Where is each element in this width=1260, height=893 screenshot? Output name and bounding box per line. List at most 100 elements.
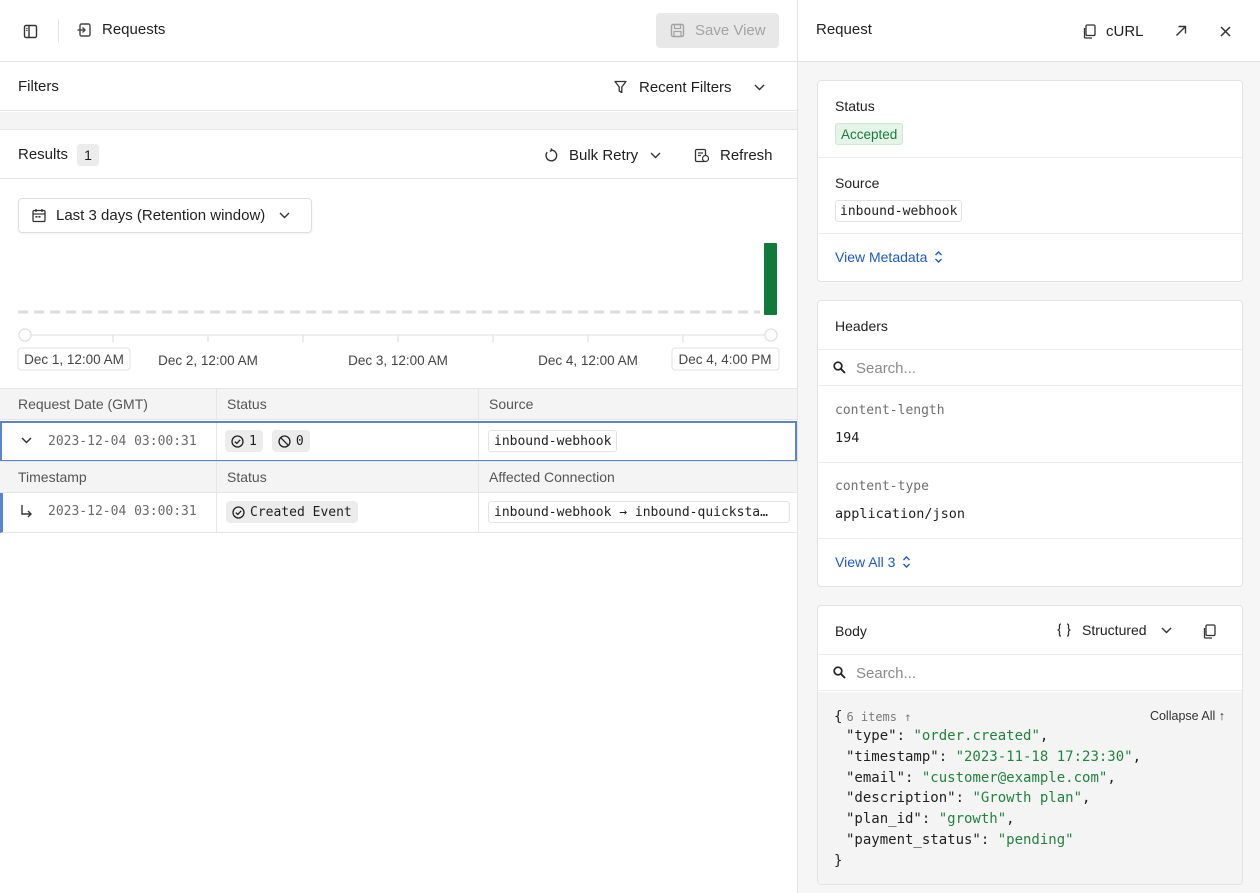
refresh-label: Refresh (720, 146, 773, 164)
headers-search-input[interactable] (856, 357, 1216, 379)
check-circle-icon (231, 434, 244, 448)
body-search-input[interactable] (856, 662, 1216, 684)
source-value-chip[interactable]: inbound-webhook (835, 200, 963, 222)
results-count-badge: 1 (77, 144, 99, 166)
close-icon (1219, 25, 1231, 37)
section-divider (0, 112, 797, 130)
request-detail-panel: Request cURL Status Accepted Source inbo… (797, 0, 1260, 893)
rejected-count: 0 (295, 433, 304, 449)
table-row-selected[interactable]: 2023-12-04 03:00:31 1 0 inbound-webhook (0, 421, 797, 462)
header-value: 194 (835, 430, 860, 446)
bulk-retry-label: Bulk Retry (569, 146, 639, 164)
view-metadata-link[interactable]: View Metadata (835, 249, 943, 265)
event-status-tag: Created Event (226, 501, 358, 523)
copy-icon (1082, 23, 1096, 39)
connection-chip[interactable]: inbound-webhook → inbound-quicksta… (488, 501, 790, 523)
column-header[interactable]: Source (478, 389, 533, 419)
accepted-count: 1 (249, 433, 257, 449)
event-row[interactable]: 2023-12-04 03:00:31 Created Event inboun… (0, 493, 797, 533)
column-header[interactable]: Status (216, 389, 267, 419)
close-panel-button[interactable] (1208, 14, 1242, 48)
json-line: "plan_id": "growth", (846, 811, 1015, 827)
refresh-list-icon (694, 148, 710, 163)
json-line: "type": "order.created", (846, 728, 1049, 744)
chevron-up-down-icon (902, 555, 911, 569)
bulk-retry-button[interactable]: Bulk Retry (536, 137, 669, 173)
request-summary-card: Status Accepted Source inbound-webhook V… (817, 80, 1243, 282)
json-viewer: {6 items ↑ Collapse All ↑ "type": "order… (818, 692, 1242, 884)
copy-body-button[interactable] (1196, 618, 1222, 644)
curl-label: cURL (1106, 22, 1144, 40)
body-search (818, 655, 1242, 691)
filters-label: Filters (18, 78, 59, 95)
save-view-label: Save View (695, 22, 766, 39)
funnel-icon (614, 80, 627, 94)
collapse-all-button[interactable]: Collapse All ↑ (1150, 709, 1225, 723)
json-items-toggle[interactable]: 6 items ↑ (846, 710, 911, 724)
panel-title: Request (816, 21, 872, 38)
body-mode-label: Structured (1082, 622, 1147, 638)
sidebar-panel-icon (23, 24, 38, 39)
search-icon (833, 361, 846, 374)
header-key: content-type (835, 479, 929, 494)
source-chip[interactable]: inbound-webhook (488, 430, 618, 452)
recent-filters-dropdown[interactable]: Recent Filters (606, 69, 773, 105)
panel-header: Request cURL (798, 0, 1260, 62)
header-entry: content-length 194 (818, 387, 1242, 463)
request-histogram: Dec 1, 12:00 AM Dec 2, 12:00 AM Dec 3, 1… (17, 243, 780, 371)
return-arrow-icon (20, 504, 33, 518)
json-line: "email": "customer@example.com", (846, 770, 1116, 786)
column-header[interactable]: Request Date (GMT) (0, 389, 148, 419)
copy-curl-button[interactable]: cURL (1074, 14, 1152, 48)
headers-label: Headers (835, 318, 888, 334)
json-close-line: } (834, 853, 843, 869)
top-bar: Requests Save View (0, 0, 797, 62)
chevron-down-icon (650, 152, 661, 159)
save-icon (670, 23, 685, 38)
column-header: Status (216, 462, 267, 492)
body-mode-dropdown[interactable]: Structured (1056, 614, 1172, 646)
view-all-headers-link[interactable]: View All 3 (835, 554, 911, 570)
tick-label: Dec 3, 12:00 AM (348, 353, 448, 368)
divider (58, 19, 59, 43)
copy-icon (1202, 623, 1216, 639)
table-header: Request Date (GMT) Status Source (0, 388, 797, 420)
check-circle-icon (232, 505, 245, 519)
event-status-label: Created Event (250, 504, 352, 520)
results-label: Results (18, 146, 69, 163)
header-value: application/json (835, 506, 966, 522)
headers-search (818, 350, 1242, 386)
column-header: Timestamp (18, 469, 87, 485)
source-label: Source (835, 175, 880, 191)
tick-label: Dec 4, 12:00 AM (538, 353, 638, 368)
open-in-new-button[interactable] (1164, 14, 1198, 48)
header-entry: content-type application/json (818, 463, 1242, 539)
range-start-handle[interactable] (18, 328, 32, 342)
event-table-header: Timestamp Status Affected Connection (0, 461, 797, 493)
save-view-button[interactable]: Save View (656, 13, 779, 48)
range-start-label: Dec 1, 12:00 AM (24, 352, 124, 367)
chevron-down-icon (754, 84, 765, 91)
headers-card: Headers content-length 194 content-type … (817, 300, 1243, 587)
requests-pane: Requests Save View Filters Recent Filter… (0, 0, 797, 893)
braces-icon (1056, 623, 1072, 637)
date-range-dropdown[interactable]: Last 3 days (Retention window) (18, 198, 312, 233)
sidebar-toggle-button[interactable] (14, 15, 46, 47)
json-line: "payment_status": "pending" (846, 832, 1074, 848)
chevron-down-icon[interactable] (21, 437, 32, 444)
refresh-button[interactable]: Refresh (686, 137, 781, 173)
json-open-line: {6 items ↑ (834, 709, 912, 725)
histogram-bar (764, 243, 777, 315)
accepted-count-tag: 1 (225, 430, 263, 452)
column-header: Affected Connection (478, 462, 615, 492)
range-end-label: Dec 4, 4:00 PM (678, 352, 771, 367)
request-date: 2023-12-04 03:00:31 (48, 434, 197, 449)
tick-label: Dec 2, 12:00 AM (158, 353, 258, 368)
results-bar: Results 1 Bulk Retry Refresh (0, 131, 797, 179)
json-line: "description": "Growth plan", (846, 790, 1091, 806)
date-range-label: Last 3 days (Retention window) (56, 207, 266, 224)
range-end-handle[interactable] (764, 328, 778, 342)
calendar-icon (32, 208, 46, 223)
inbox-arrow-icon (76, 22, 92, 38)
header-key: content-length (835, 403, 945, 418)
